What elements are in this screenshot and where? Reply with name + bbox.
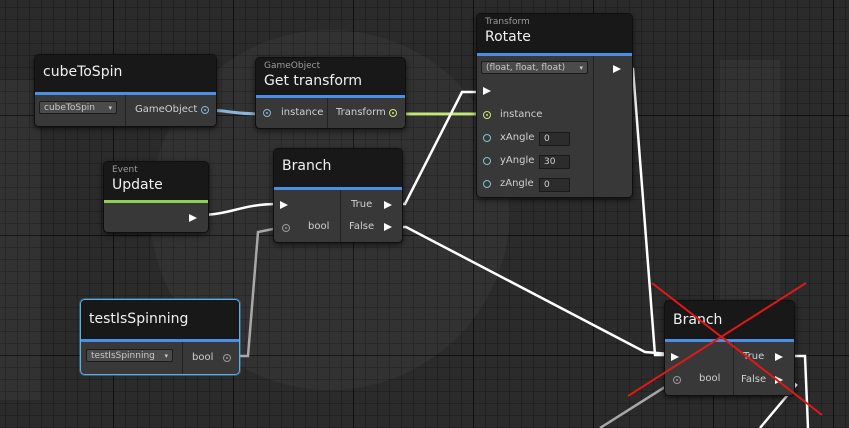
node-test-is-spinning[interactable]: testIsSpinning testIsSpinning ▾ bool [80,299,240,375]
true-output-port[interactable] [384,200,396,210]
overload-dropdown[interactable]: (float, float, float) ▾ [481,61,588,74]
output-label: Transform [336,107,386,118]
true-output-port[interactable] [775,352,787,362]
node-subtitle: Transform [485,17,530,27]
transform-output-port[interactable] [389,109,397,117]
yangle-input-port[interactable] [483,157,491,165]
flow-output-port[interactable] [189,213,201,223]
dropdown-value: (float, float, float) [486,63,566,73]
node-divider [733,342,734,395]
chevron-down-icon: ▾ [164,352,168,360]
flow-input-port[interactable] [280,200,292,210]
node-divider [182,342,183,374]
xangle-label: xAngle [500,132,535,143]
zangle-input-port[interactable] [483,180,491,188]
node-update-event[interactable]: Event Update [103,161,209,233]
false-label: False [349,221,375,232]
wire-true-to-rotate [396,90,482,206]
true-label: True [743,351,765,362]
xangle-input-port[interactable] [483,134,491,142]
node-title: testIsSpinning [89,311,189,327]
output-label: GameObject [135,104,198,115]
condition-label: bool [308,221,330,232]
node-divider [327,98,328,128]
false-output-port[interactable] [775,375,787,385]
false-label: False [741,374,767,385]
yangle-field[interactable]: 30 [539,155,570,169]
dropdown-value: cubeToSpin [44,103,96,113]
gameobject-output-port[interactable] [201,106,209,114]
chevron-down-icon: ▾ [108,104,112,112]
node-divider [340,190,341,242]
flow-output-port[interactable] [613,64,625,74]
bool-output-port[interactable] [223,354,231,362]
variable-dropdown[interactable]: testIsSpinning ▾ [86,349,173,362]
wire-update-to-branch [197,202,279,217]
zangle-field[interactable]: 0 [539,178,570,192]
wire-false-to-branch-2 [396,225,671,356]
node-divider [593,56,594,197]
true-label: True [351,199,373,210]
condition-input-port[interactable] [673,376,681,384]
node-branch-2[interactable]: Branch bool True False [664,300,795,396]
dropdown-value: testIsSpinning [91,351,155,361]
yangle-label: yAngle [500,155,535,166]
node-title: cubeToSpin [43,64,123,80]
node-title: Get transform [264,73,363,89]
node-title: Update [112,177,163,193]
flow-input-port[interactable] [483,86,495,96]
xangle-field[interactable]: 0 [539,132,570,146]
variable-dropdown[interactable]: cubeToSpin ▾ [39,101,117,114]
input-label: instance [281,107,324,118]
instance-input-port[interactable] [263,109,271,117]
node-divider [125,95,126,126]
node-title: Rotate [485,29,531,45]
zangle-label: zAngle [500,178,534,189]
instance-label: instance [500,109,543,120]
node-cube-to-spin[interactable]: cubeToSpin cubeToSpin ▾ GameObject [34,54,217,127]
instance-input-port[interactable] [483,111,491,119]
node-branch[interactable]: Branch bool True False [273,148,403,243]
node-title: Branch [673,312,723,328]
node-get-transform[interactable]: GameObject Get transform instance Transf… [255,57,406,129]
condition-label: bool [699,373,721,384]
flow-input-port[interactable] [671,352,683,362]
chevron-down-icon: ▾ [579,64,583,72]
node-subtitle: GameObject [264,61,321,71]
node-title: Branch [282,158,332,174]
node-subtitle: Event [112,165,138,175]
output-label: bool [192,352,214,363]
node-rotate[interactable]: Transform Rotate (float, float, float) ▾… [476,13,633,198]
false-output-port[interactable] [384,222,396,232]
condition-input-port[interactable] [282,224,290,232]
